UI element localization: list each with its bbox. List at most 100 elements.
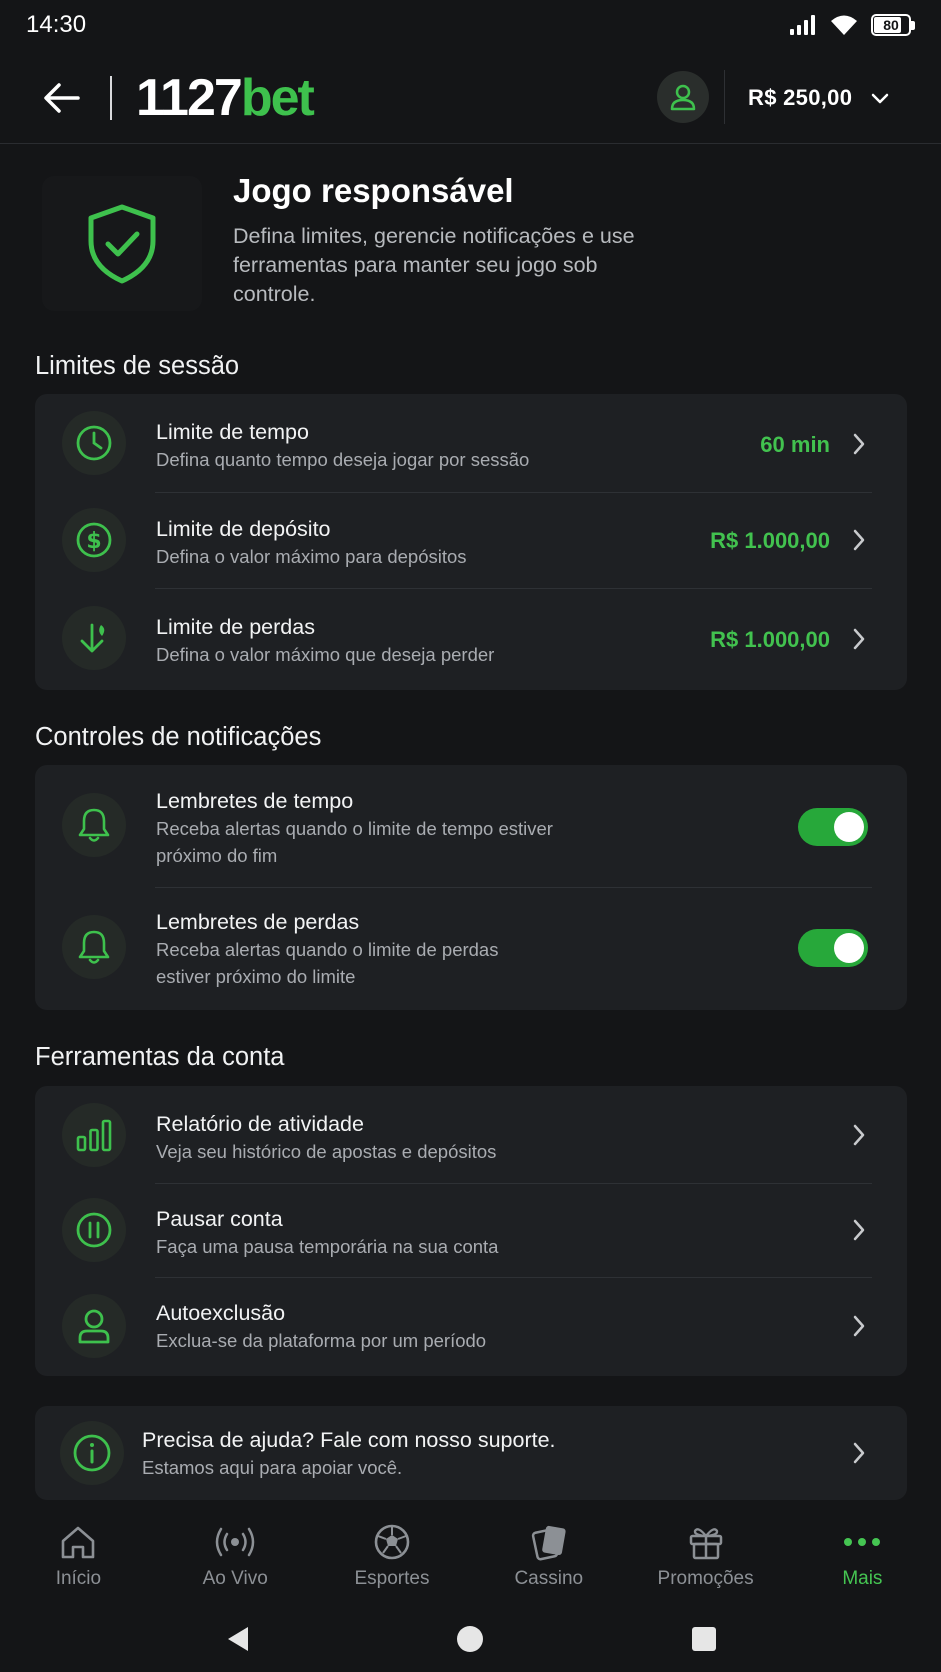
pause-account-row[interactable]: Pausar conta Faça uma pausa temporária n…: [35, 1183, 907, 1277]
chevron-right-icon: [849, 1216, 869, 1244]
svg-text:$: $: [86, 529, 101, 554]
arrow-left-icon: [44, 82, 80, 113]
chevron-right-icon: [849, 1121, 869, 1149]
row-icon-circle: [62, 606, 126, 670]
home-icon: [62, 1526, 95, 1559]
account-tools-card: Relatório de atividade Veja seu históric…: [35, 1086, 907, 1376]
nav-item-cassino[interactable]: Cassino: [470, 1500, 627, 1608]
system-home-icon[interactable]: [457, 1626, 483, 1652]
signal-icon: [790, 15, 815, 35]
row-title: Limite de perdas: [156, 615, 315, 639]
row-title: Pausar conta: [156, 1207, 283, 1231]
status-time: 14:30: [26, 11, 87, 38]
row-icon-circle: [62, 1103, 126, 1167]
row-subtitle: Receba alertas quando o limite de tempo …: [156, 818, 553, 866]
nav-label: Cassino: [514, 1568, 584, 1589]
row-icon-circle: [62, 1294, 126, 1358]
nav-item-inicio[interactable]: Início: [0, 1500, 157, 1608]
battery-level: 80: [883, 17, 899, 33]
row-title: Autoexclusão: [156, 1301, 286, 1325]
limit-time-row[interactable]: Limite de tempo Defina quanto tempo dese…: [35, 394, 907, 492]
row-title: Relatório de atividade: [156, 1112, 364, 1136]
nav-label: Ao Vivo: [202, 1568, 268, 1589]
clock-icon: [76, 425, 112, 461]
system-recents-icon[interactable]: [692, 1627, 716, 1651]
wifi-icon: [831, 15, 857, 35]
user-icon: [78, 1309, 110, 1344]
row-icon-circle: [62, 793, 126, 857]
pause-icon: [76, 1212, 112, 1248]
notifications-card: Lembretes de tempo Receba alertas quando…: [35, 765, 907, 1010]
row-subtitle: Faça uma pausa temporária na sua conta: [156, 1236, 499, 1257]
bell-icon: [78, 930, 110, 964]
info-icon: [73, 1434, 111, 1472]
chevron-right-icon: [849, 625, 869, 653]
chevron-right-icon: [849, 526, 869, 554]
more-dots-icon: [844, 1538, 881, 1546]
chevron-down-icon: [871, 93, 889, 104]
intro-icon-box: [42, 176, 202, 311]
row-title: Limite de tempo: [156, 420, 309, 444]
header-divider: [110, 75, 112, 120]
time-reminder-toggle[interactable]: [798, 808, 868, 846]
loss-arrow-icon: [80, 623, 105, 653]
row-subtitle: Defina o valor máximo para depósitos: [156, 546, 467, 567]
profile-button[interactable]: [657, 71, 709, 123]
page-title: Jogo responsável: [233, 172, 514, 209]
loss-reminder-row: Lembretes de perdas Receba alertas quand…: [35, 887, 907, 1010]
row-subtitle: Receba alertas quando o limite de perdas…: [156, 939, 499, 987]
help-card[interactable]: Precisa de ajuda? Fale com nosso suporte…: [35, 1406, 907, 1500]
row-subtitle: Exclua-se da plataforma por um período: [156, 1330, 487, 1351]
limit-loss-row[interactable]: Limite de perdas Defina o valor máximo q…: [35, 588, 907, 690]
nav-item-promocoes[interactable]: Promoções: [627, 1500, 784, 1608]
nav-item-mais[interactable]: Mais: [784, 1500, 941, 1608]
gift-icon: [689, 1528, 722, 1560]
row-title: Lembretes de tempo: [156, 789, 354, 813]
bar-chart-icon: [76, 1119, 112, 1152]
section-title-session-limits: Limites de sessão: [35, 352, 240, 380]
row-value: R$ 1.000,00: [710, 627, 830, 652]
nav-label: Mais: [842, 1568, 883, 1589]
logo-number: 1127: [136, 68, 243, 127]
cards-icon: [531, 1525, 566, 1561]
balance-value: R$ 250,00: [748, 85, 853, 110]
back-button[interactable]: [38, 74, 86, 122]
system-back-icon[interactable]: [226, 1625, 250, 1653]
activity-report-row[interactable]: Relatório de atividade Veja seu históric…: [35, 1086, 907, 1183]
row-subtitle: Defina quanto tempo deseja jogar por ses…: [156, 449, 530, 470]
header-separator: [724, 70, 725, 124]
section-title-notifications: Controles de notificações: [35, 723, 322, 751]
loss-reminder-toggle[interactable]: [798, 929, 868, 967]
row-icon-circle: [62, 411, 126, 475]
soccer-ball-icon: [374, 1524, 410, 1560]
section-title-account-tools: Ferramentas da conta: [35, 1043, 285, 1071]
brand-logo: 1127 bet: [136, 68, 315, 128]
row-title: Lembretes de perdas: [156, 910, 360, 934]
chevron-right-icon: [849, 430, 869, 458]
nav-item-esportes[interactable]: Esportes: [314, 1500, 471, 1608]
self-exclusion-row[interactable]: Autoexclusão Exclua-se da plataforma por…: [35, 1277, 907, 1376]
nav-label: Esportes: [354, 1568, 430, 1589]
app-header: 1127 bet R$ 250,00: [0, 52, 941, 144]
user-icon: [670, 84, 696, 111]
row-icon-circle: [62, 915, 126, 979]
chevron-right-icon: [849, 1312, 869, 1340]
nav-item-ao-vivo[interactable]: Ao Vivo: [157, 1500, 314, 1608]
row-icon-circle: [60, 1421, 124, 1485]
toggle-knob: [834, 812, 864, 842]
status-icons: 80: [789, 13, 915, 37]
row-value: 60 min: [760, 432, 830, 457]
time-reminder-row: Lembretes de tempo Receba alertas quando…: [35, 765, 907, 887]
row-subtitle: Defina o valor máximo que deseja perder: [156, 644, 495, 665]
row-subtitle: Veja seu histórico de apostas e depósito…: [156, 1141, 497, 1162]
row-value: R$ 1.000,00: [710, 528, 830, 553]
help-title: Precisa de ajuda? Fale com nosso suporte…: [142, 1428, 556, 1452]
logo-word: bet: [240, 68, 315, 127]
nav-label: Promoções: [657, 1568, 754, 1589]
chevron-right-icon: [849, 1439, 869, 1467]
page-description: Defina limites, gerencie notificações e …: [233, 224, 635, 306]
dollar-icon: $: [76, 522, 112, 558]
balance-dropdown[interactable]: R$ 250,00: [748, 74, 890, 122]
limit-deposit-row[interactable]: $ Limite de depósito Defina o valor máxi…: [35, 492, 907, 588]
shield-check-icon: [88, 204, 156, 283]
